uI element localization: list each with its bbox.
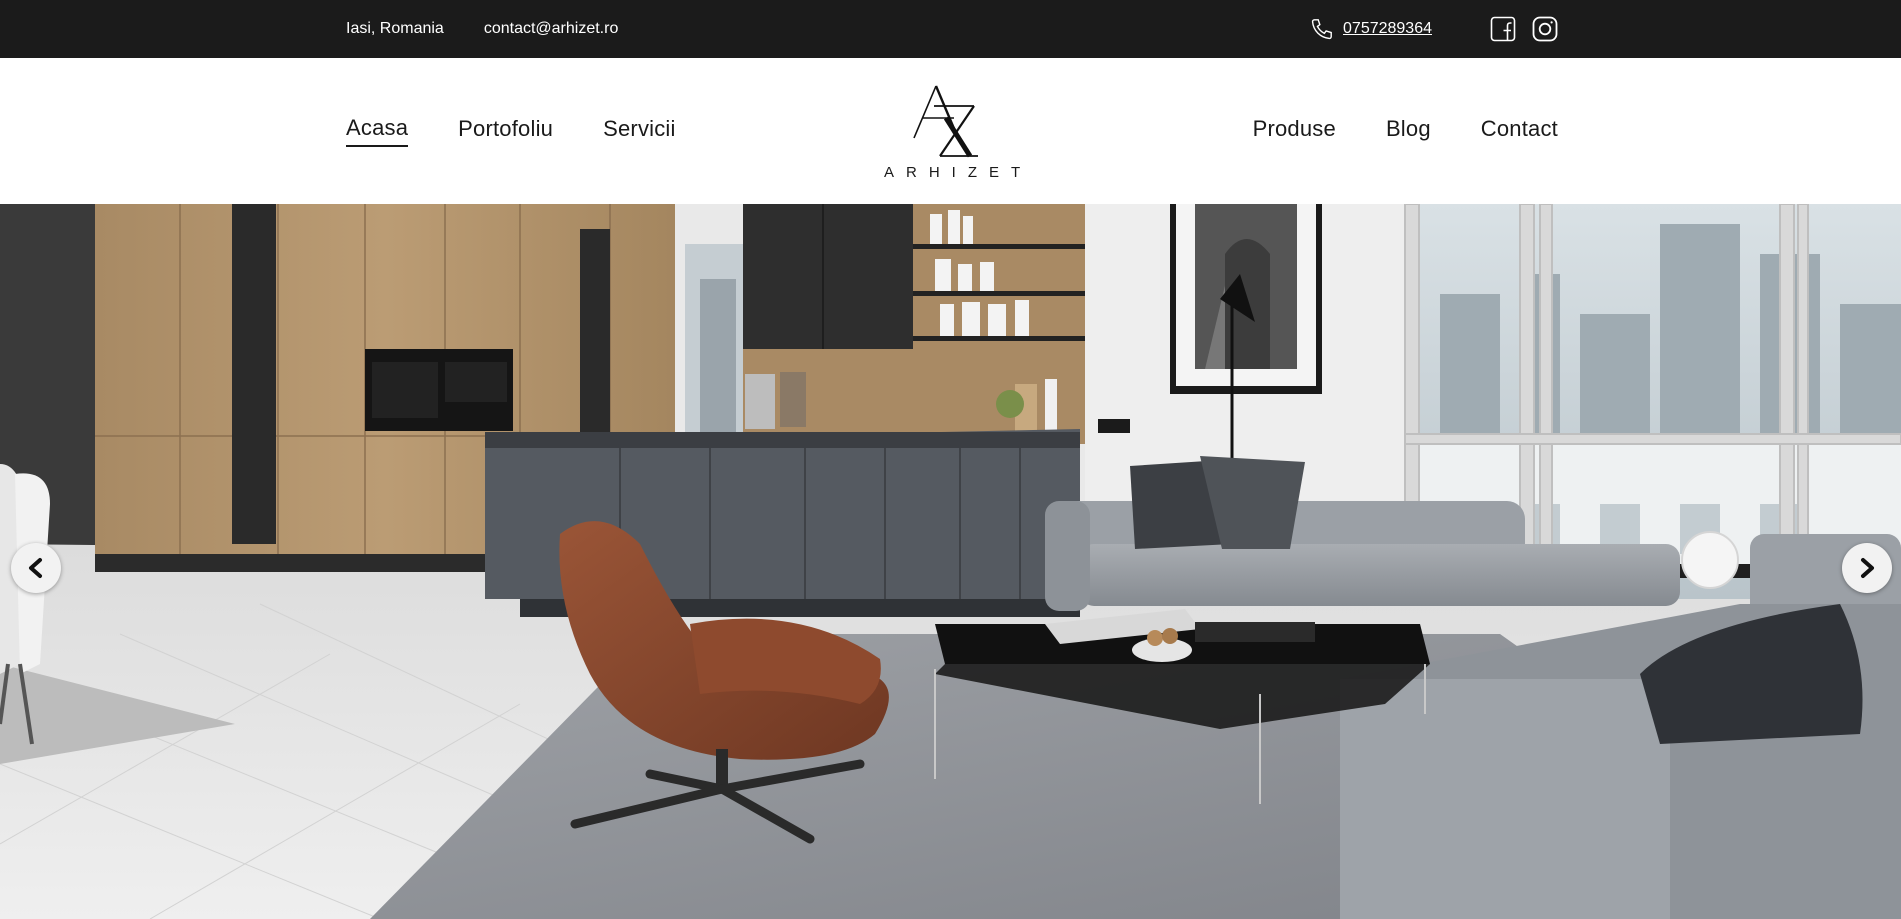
chevron-left-icon	[29, 558, 42, 578]
nav-item-produse[interactable]: Produse	[1253, 116, 1336, 146]
slider-prev-button[interactable]	[11, 543, 61, 593]
nav-item-blog[interactable]: Blog	[1386, 116, 1431, 146]
hero-interior-image	[0, 204, 1901, 919]
email-link[interactable]: contact@arhizet.ro	[484, 20, 619, 38]
logo-monogram	[913, 85, 978, 158]
top-bar: Iasi, Romania contact@arhizet.ro 0757289…	[0, 0, 1901, 58]
instagram-icon[interactable]	[1532, 16, 1558, 42]
nav-right: Produse Blog Contact	[1253, 58, 1558, 204]
nav-item-servicii[interactable]: Servicii	[603, 116, 676, 146]
nav-item-portofoliu[interactable]: Portofoliu	[458, 116, 553, 146]
phone-link[interactable]: 0757289364	[1343, 20, 1432, 38]
facebook-icon[interactable]	[1490, 16, 1516, 42]
nav-item-contact[interactable]: Contact	[1481, 116, 1558, 146]
phone-icon	[1309, 16, 1335, 42]
chevron-right-icon	[1861, 558, 1874, 578]
main-header: Acasa Portofoliu Servicii ARHIZET Produs…	[0, 58, 1901, 204]
social-links	[1490, 16, 1558, 42]
hero-slider	[0, 204, 1901, 919]
top-bar-right: 0757289364	[1309, 0, 1558, 58]
top-bar-contact-info: Iasi, Romania contact@arhizet.ro	[346, 0, 618, 58]
logo-wordmark: ARHIZET	[884, 164, 1033, 181]
site-logo[interactable]: ARHIZET	[874, 78, 1029, 188]
location-text: Iasi, Romania	[346, 20, 444, 37]
phone-contact: 0757289364	[1309, 16, 1432, 42]
nav-left: Acasa Portofoliu Servicii	[346, 58, 676, 204]
nav-item-acasa[interactable]: Acasa	[346, 115, 409, 147]
slider-next-button[interactable]	[1842, 543, 1892, 593]
